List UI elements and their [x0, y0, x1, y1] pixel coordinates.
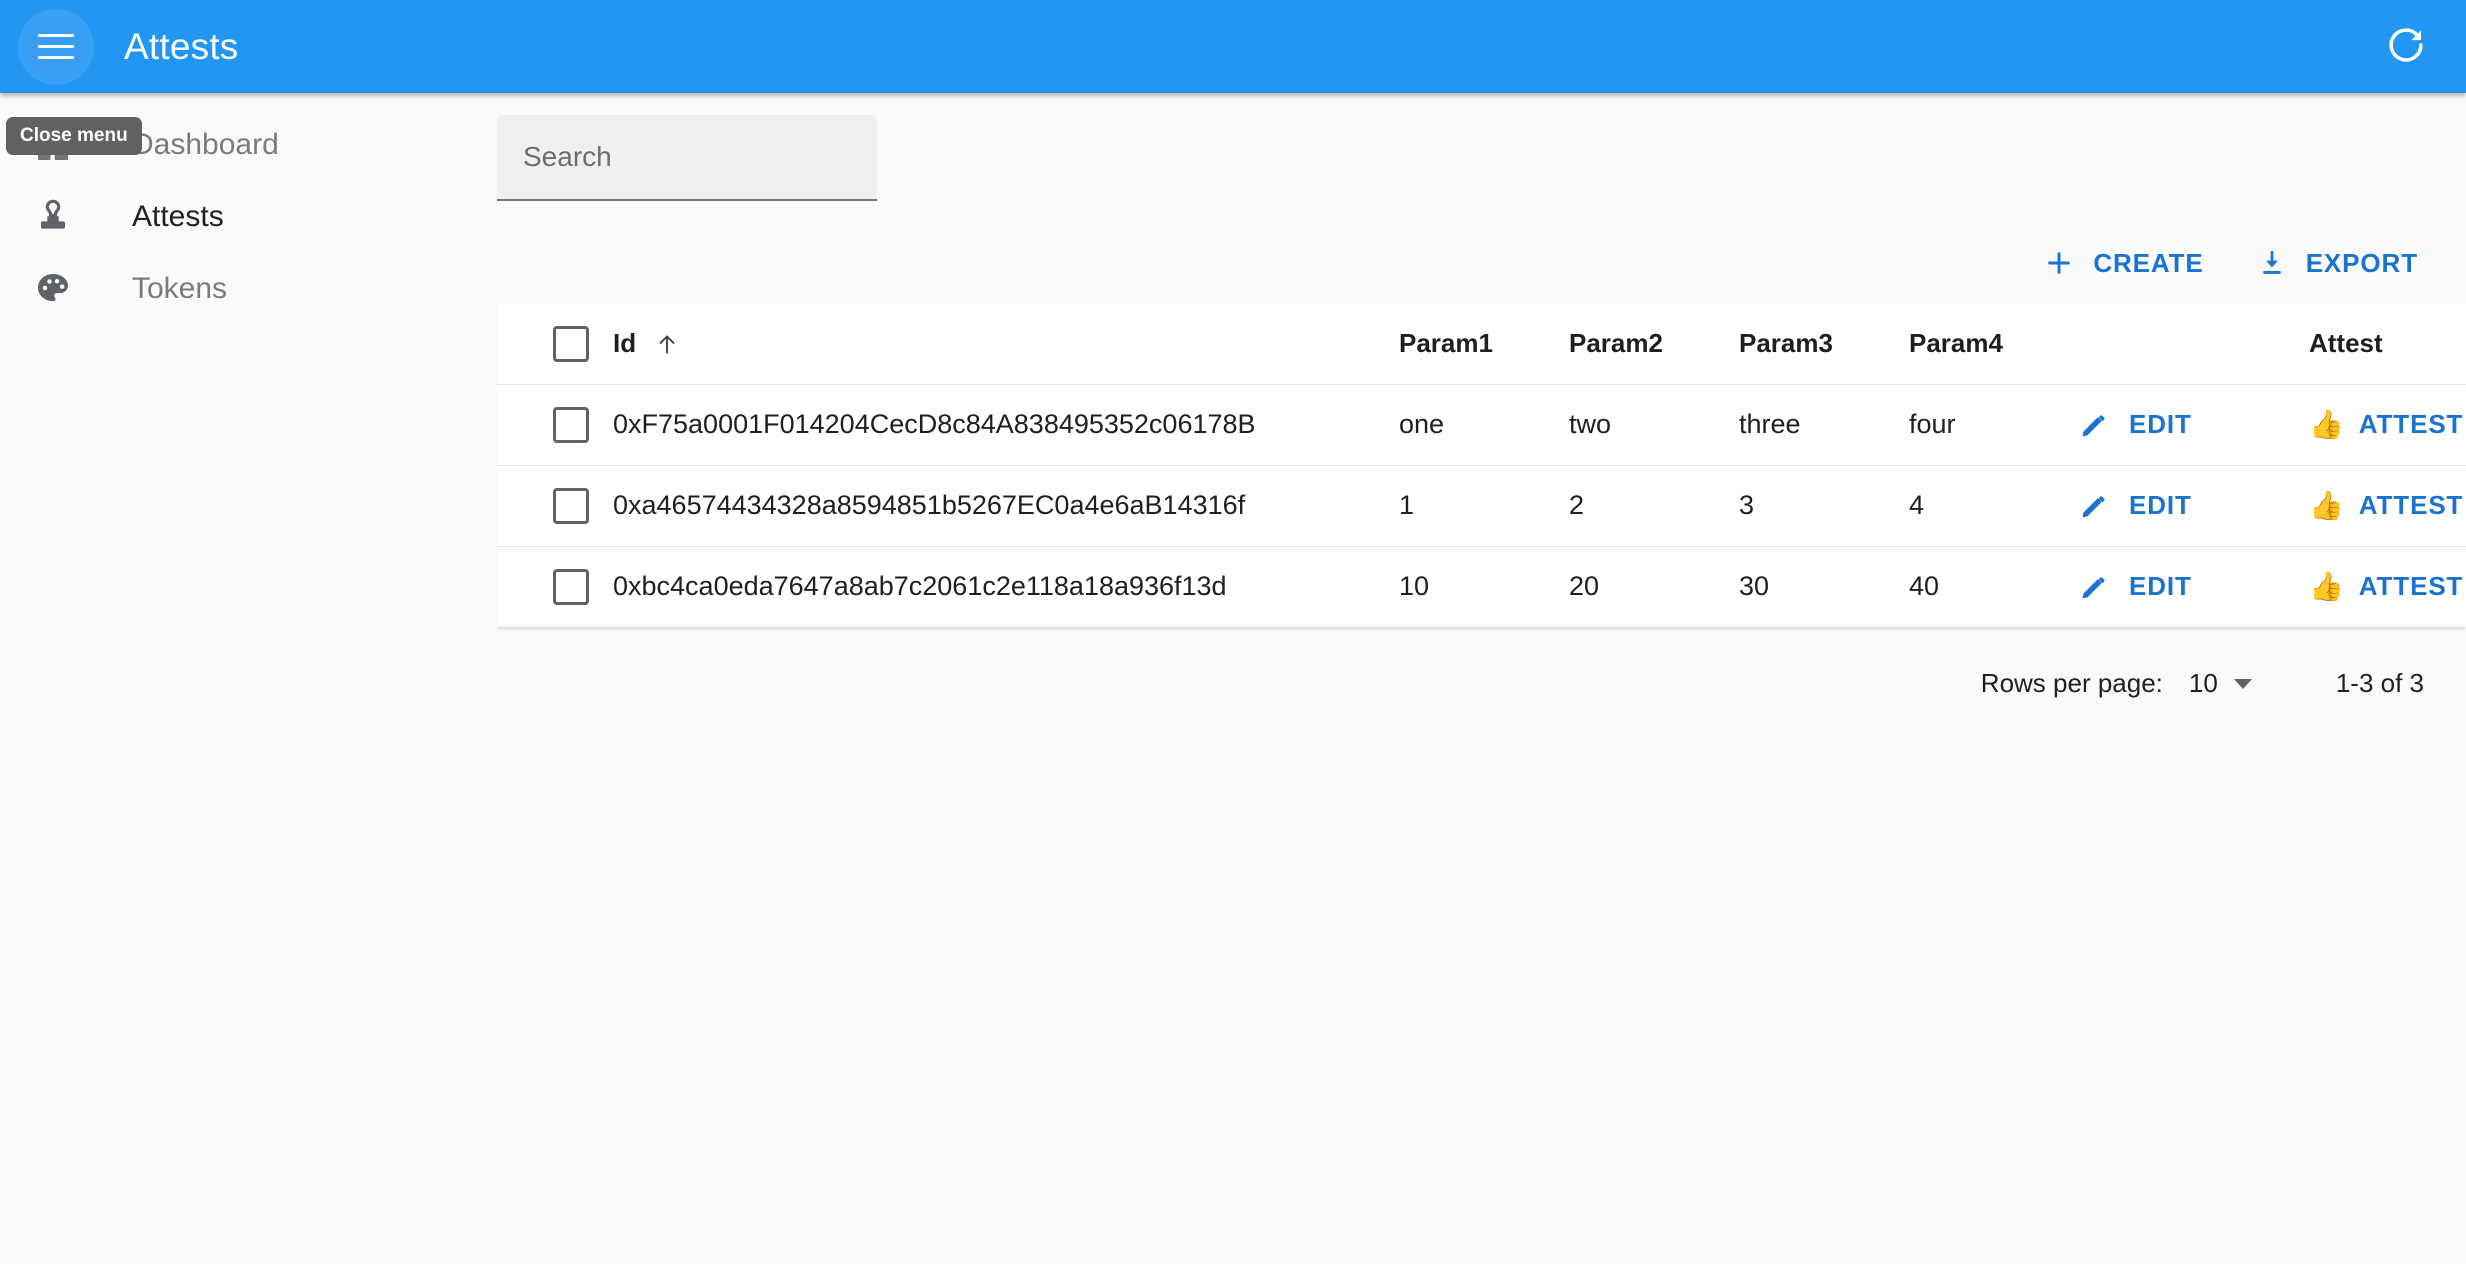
cell-attest: 👍 ATTEST	[2309, 465, 2466, 547]
row-select-cell	[497, 546, 613, 627]
table-row[interactable]: 0xbc4ca0eda7647a8ab7c2061c2e118a18a936f1…	[497, 546, 2466, 627]
select-all-header	[497, 304, 613, 385]
edit-button-label: EDIT	[2129, 490, 2192, 520]
rows-per-page-value: 10	[2188, 668, 2218, 698]
refresh-button[interactable]	[2374, 15, 2438, 79]
cell-param2: 20	[1569, 571, 1600, 602]
edit-button[interactable]: EDIT	[2079, 490, 2309, 521]
cell-param2: 2	[1569, 465, 1739, 547]
cell-edit: EDIT	[2079, 384, 2309, 466]
cell-param3: three	[1739, 384, 1909, 466]
export-button[interactable]: EXPORT	[2250, 243, 2424, 283]
cell-param3: 30	[1739, 571, 1770, 602]
create-button[interactable]: CREATE	[2037, 243, 2209, 283]
download-icon	[2256, 247, 2288, 279]
stamp-icon	[30, 194, 76, 240]
pencil-icon	[2079, 572, 2109, 602]
arrow-up-icon	[654, 331, 680, 357]
column-header-param4[interactable]: Param4	[1909, 304, 2079, 385]
table-row[interactable]: 0xa46574434328a8594851b5267EC0a4e6aB1431…	[497, 465, 2466, 547]
cell-attest: 👍 ATTEST	[2309, 546, 2466, 627]
thumbs-up-emoji-icon: 👍	[2309, 408, 2345, 440]
table-actions: CREATE EXPORT	[2037, 243, 2424, 283]
column-header-edit	[2079, 304, 2309, 385]
rows-per-page-label: Rows per page:	[1980, 668, 2163, 698]
row-checkbox[interactable]	[553, 406, 589, 443]
edit-button[interactable]: EDIT	[2079, 409, 2309, 440]
column-header-param1[interactable]: Param1	[1399, 304, 1569, 385]
attest-button[interactable]: 👍 ATTEST	[2309, 490, 2466, 521]
attest-button-label: ATTEST	[2358, 409, 2464, 439]
thumbs-up-emoji-icon: 👍	[2309, 489, 2345, 521]
select-all-checkbox[interactable]	[553, 325, 589, 362]
cell-param2: two	[1569, 384, 1739, 466]
pagination-range-label: 1-3 of 3	[2335, 668, 2424, 698]
attest-button[interactable]: 👍 ATTEST	[2309, 409, 2466, 440]
table-row[interactable]: 0xF75a0001F014204CecD8c84A838495352c0617…	[497, 384, 2466, 466]
menu-toggle-button[interactable]	[18, 8, 94, 85]
row-select-cell	[497, 384, 613, 466]
export-button-label: EXPORT	[2305, 247, 2418, 278]
edit-button[interactable]: EDIT	[2079, 571, 2309, 602]
row-checkbox[interactable]	[553, 487, 589, 524]
sidebar-item-label: Attests	[132, 200, 224, 233]
cell-edit: EDIT	[2079, 546, 2309, 627]
attest-button-label: ATTEST	[2358, 490, 2464, 520]
hamburger-menu-icon	[38, 33, 74, 60]
cell-param1: 1	[1399, 465, 1569, 547]
cell-param1: 10	[1399, 571, 1430, 602]
sidebar-item-attests[interactable]: Attests	[0, 181, 497, 253]
thumbs-up-emoji-icon: 👍	[2309, 570, 2345, 602]
column-header-param3[interactable]: Param3	[1739, 304, 1909, 385]
sidebar-item-label: Dashboard	[132, 128, 279, 161]
row-select-cell	[497, 465, 613, 547]
attests-table-card: Id Param1 Param2 Param3 Param4 Attest 0x…	[497, 304, 2466, 627]
sidebar: Dashboard Attests Tokens Close menu	[0, 93, 497, 1264]
chevron-down-icon	[2233, 678, 2252, 689]
cell-attest: 👍 ATTEST	[2309, 384, 2466, 466]
pencil-icon	[2079, 410, 2109, 440]
cell-param4: 40	[1909, 571, 1940, 602]
attests-table: Id Param1 Param2 Param3 Param4 Attest 0x…	[497, 304, 2466, 627]
attest-button[interactable]: 👍 ATTEST	[2309, 571, 2466, 602]
table-header-row: Id Param1 Param2 Param3 Param4 Attest	[497, 304, 2466, 385]
search-input[interactable]	[521, 140, 853, 174]
plus-icon	[2043, 247, 2075, 279]
cell-param1: one	[1399, 384, 1569, 466]
table-pagination: Rows per page: 10 1-3 of 3	[1981, 668, 2424, 699]
table-body: 0xF75a0001F014204CecD8c84A838495352c0617…	[497, 384, 2466, 627]
search-field[interactable]	[497, 115, 877, 201]
sidebar-item-label: Tokens	[132, 272, 228, 305]
rows-per-page-select[interactable]: 10	[2189, 668, 2252, 699]
row-checkbox[interactable]	[553, 568, 589, 605]
table-head: Id Param1 Param2 Param3 Param4 Attest	[497, 304, 2466, 385]
column-header-id[interactable]: Id	[613, 304, 1399, 385]
cell-param3: 3	[1739, 465, 1909, 547]
page-title: Attests	[124, 26, 239, 67]
column-header-param2[interactable]: Param2	[1569, 304, 1739, 385]
create-button-label: CREATE	[2093, 247, 2204, 278]
close-menu-tooltip: Close menu	[6, 117, 142, 155]
app-bar: Attests	[0, 0, 2466, 93]
cell-edit: EDIT	[2079, 465, 2309, 547]
cell-param4: 4	[1909, 465, 2079, 547]
refresh-icon	[2385, 24, 2427, 69]
attest-button-label: ATTEST	[2358, 571, 2464, 602]
cell-id: 0xbc4ca0eda7647a8ab7c2061c2e118a18a936f1…	[613, 571, 1227, 602]
edit-button-label: EDIT	[2129, 571, 2192, 602]
pencil-icon	[2079, 491, 2109, 521]
main-content: CREATE EXPORT	[497, 93, 2466, 1264]
palette-icon	[30, 266, 76, 312]
cell-id: 0xa46574434328a8594851b5267EC0a4e6aB1431…	[613, 465, 1399, 547]
column-header-attest: Attest	[2309, 304, 2466, 385]
cell-id: 0xF75a0001F014204CecD8c84A838495352c0617…	[613, 384, 1399, 466]
column-header-id-label: Id	[613, 328, 637, 359]
edit-button-label: EDIT	[2129, 409, 2192, 439]
sidebar-item-tokens[interactable]: Tokens	[0, 253, 497, 325]
cell-param4: four	[1909, 384, 2079, 466]
